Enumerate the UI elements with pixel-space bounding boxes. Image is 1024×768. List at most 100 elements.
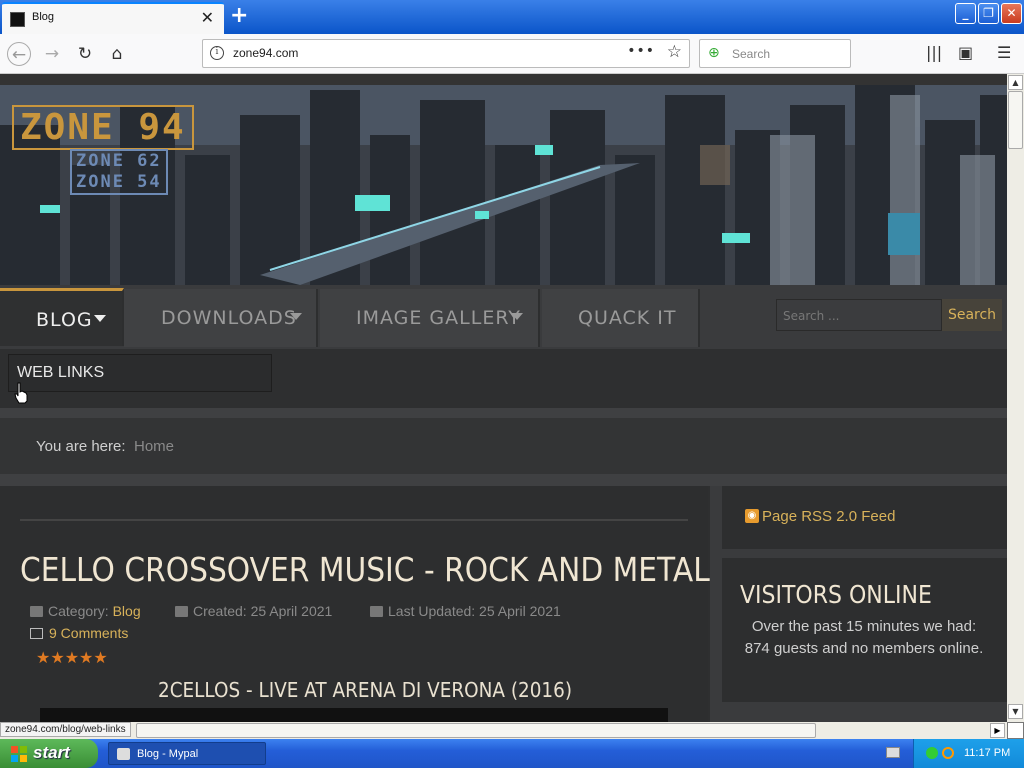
site-banner: ZONE 94 ZONE 62 ZONE 54 <box>0 85 1007 285</box>
nav-label-downloads: DOWNLOADS <box>161 307 297 329</box>
divider <box>0 474 1007 486</box>
chevron-down-icon <box>94 315 106 322</box>
visitors-module: VISITORS ONLINE Over the past 15 minutes… <box>722 558 1007 702</box>
comments-text: 9 Comments <box>49 625 129 641</box>
star-rating[interactable]: ★★★★★ <box>36 648 108 667</box>
start-button[interactable]: start <box>0 739 98 768</box>
windows-taskbar: start Blog - Mypal 11:17 PM <box>0 739 1024 768</box>
nav-label-quack: QUACK IT <box>578 307 677 329</box>
windows-logo-icon <box>11 746 27 762</box>
horizontal-scrollbar[interactable]: ▶ <box>0 722 1007 739</box>
comment-icon <box>30 628 43 639</box>
visitors-text: Over the past 15 minutes we had: 874 gue… <box>744 618 984 657</box>
web-page: ZONE 94 ZONE 62 ZONE 54 BLOG DOWNLOADS I… <box>0 74 1007 722</box>
scroll-down-icon[interactable]: ▼ <box>1008 704 1023 719</box>
site-search-input[interactable]: Search ... <box>776 299 942 331</box>
reload-button[interactable]: ↻ <box>73 42 97 66</box>
breadcrumb: You are here: Home <box>0 418 1007 474</box>
taskbar-item-label: Blog - Mypal <box>137 748 199 760</box>
scroll-thumb[interactable] <box>1008 91 1023 149</box>
restore-button[interactable]: ❐ <box>978 3 999 24</box>
logo-sub2: ZONE 54 <box>76 172 162 192</box>
site-search-placeholder: Search ... <box>783 309 840 323</box>
scroll-right-icon[interactable]: ▶ <box>990 723 1005 738</box>
browser-app-icon <box>117 748 130 760</box>
scroll-up-icon[interactable]: ▲ <box>1008 75 1023 90</box>
browser-search-bar[interactable]: ⊕ Search <box>699 39 851 68</box>
url-text[interactable]: zone94.com <box>233 46 298 60</box>
favicon-icon <box>10 12 25 27</box>
nav-label-blog: BLOG <box>36 309 93 331</box>
folder-icon <box>30 606 43 617</box>
site-search-button[interactable]: Search <box>942 299 1002 331</box>
navigation-toolbar: ← → ↻ ⌂ i zone94.com ••• ☆ ⊕ Search ||| … <box>0 34 1024 74</box>
back-button[interactable]: ← <box>7 42 31 66</box>
library-icon[interactable]: ||| <box>926 43 942 62</box>
calendar-icon <box>175 606 188 617</box>
search-placeholder: Search <box>732 47 771 61</box>
chevron-down-icon <box>511 313 523 320</box>
chevron-down-icon <box>290 313 302 320</box>
created-text: Created: 25 April 2021 <box>193 603 333 619</box>
close-tab-icon[interactable]: ✕ <box>201 8 214 27</box>
hscroll-thumb[interactable] <box>136 723 816 738</box>
rss-module: ◉ Page RSS 2.0 Feed <box>722 486 1007 549</box>
calendar-icon <box>370 606 383 617</box>
system-tray: 11:17 PM <box>913 739 1024 768</box>
updated-text: Last Updated: 25 April 2021 <box>388 603 561 619</box>
site-logo[interactable]: ZONE 94 ZONE 62 ZONE 54 <box>12 105 252 195</box>
rss-icon: ◉ <box>745 509 759 523</box>
comments-link[interactable]: 9 Comments <box>30 625 128 641</box>
home-button[interactable]: ⌂ <box>105 42 129 66</box>
url-bar[interactable]: i zone94.com ••• ☆ <box>202 39 690 68</box>
article-title[interactable]: CELLO CROSSOVER MUSIC - ROCK AND METAL <box>20 550 710 589</box>
video-embed[interactable] <box>40 708 668 722</box>
article-updated: Last Updated: 25 April 2021 <box>370 603 561 619</box>
site-info-icon[interactable]: i <box>210 46 224 60</box>
sidebar-toggle-icon[interactable]: ▣ <box>958 43 973 62</box>
page-actions-icon[interactable]: ••• <box>627 43 655 59</box>
minimize-button[interactable]: _ <box>955 3 976 24</box>
start-label: start <box>33 743 70 762</box>
article-rule <box>20 519 688 521</box>
article-created: Created: 25 April 2021 <box>175 603 332 619</box>
search-engine-icon: ⊕ <box>708 45 720 61</box>
bookmark-star-icon[interactable]: ☆ <box>667 42 682 62</box>
nav-item-quack-it[interactable]: QUACK IT <box>542 289 700 347</box>
window-close-button[interactable]: ✕ <box>1001 3 1022 24</box>
breadcrumb-label: You are here: <box>36 438 126 455</box>
visitors-title: VISITORS ONLINE <box>740 580 932 609</box>
search-tray-icon[interactable] <box>942 747 954 759</box>
scroll-corner <box>1007 722 1024 739</box>
submenu-web-links[interactable]: WEB LINKS <box>8 354 272 392</box>
network-icon[interactable] <box>926 747 938 759</box>
clock[interactable]: 11:17 PM <box>964 747 1010 759</box>
taskbar-item-browser[interactable]: Blog - Mypal <box>108 742 266 765</box>
divider <box>0 408 1007 418</box>
rss-link[interactable]: Page RSS 2.0 Feed <box>762 508 895 525</box>
status-bar-url: zone94.com/blog/web-links <box>0 722 131 737</box>
nav-label-gallery: IMAGE GALLERY <box>356 307 521 329</box>
breadcrumb-home: Home <box>134 438 175 455</box>
hand-cursor-icon <box>14 382 28 404</box>
video-title: 2CELLOS - LIVE AT ARENA DI VERONA (2016) <box>158 678 573 702</box>
new-tab-button[interactable]: + <box>230 3 248 28</box>
nav-item-blog[interactable]: BLOG <box>0 288 124 346</box>
browser-titlebar: Blog ✕ + _ ❐ ✕ <box>0 0 1024 34</box>
vertical-scrollbar[interactable]: ▲ ▼ <box>1007 74 1024 722</box>
nav-item-downloads[interactable]: DOWNLOADS <box>124 289 318 347</box>
logo-sub-text: ZONE 62 ZONE 54 <box>70 149 168 195</box>
article-category: Category: Blog <box>30 603 141 619</box>
top-strip <box>0 74 1007 85</box>
keyboard-icon[interactable] <box>886 747 900 758</box>
menu-hamburger-icon[interactable]: ☰ <box>997 43 1011 62</box>
category-link[interactable]: Blog <box>113 603 141 619</box>
forward-button[interactable]: → <box>40 42 64 66</box>
nav-item-image-gallery[interactable]: IMAGE GALLERY <box>320 289 540 347</box>
tab-title: Blog <box>32 11 55 23</box>
logo-main-text: ZONE 94 <box>12 105 194 150</box>
logo-sub1: ZONE 62 <box>76 151 162 171</box>
browser-tab[interactable]: Blog ✕ <box>2 2 224 34</box>
submenu-web-links-label: WEB LINKS <box>17 364 105 381</box>
category-label: Category: <box>48 603 109 619</box>
